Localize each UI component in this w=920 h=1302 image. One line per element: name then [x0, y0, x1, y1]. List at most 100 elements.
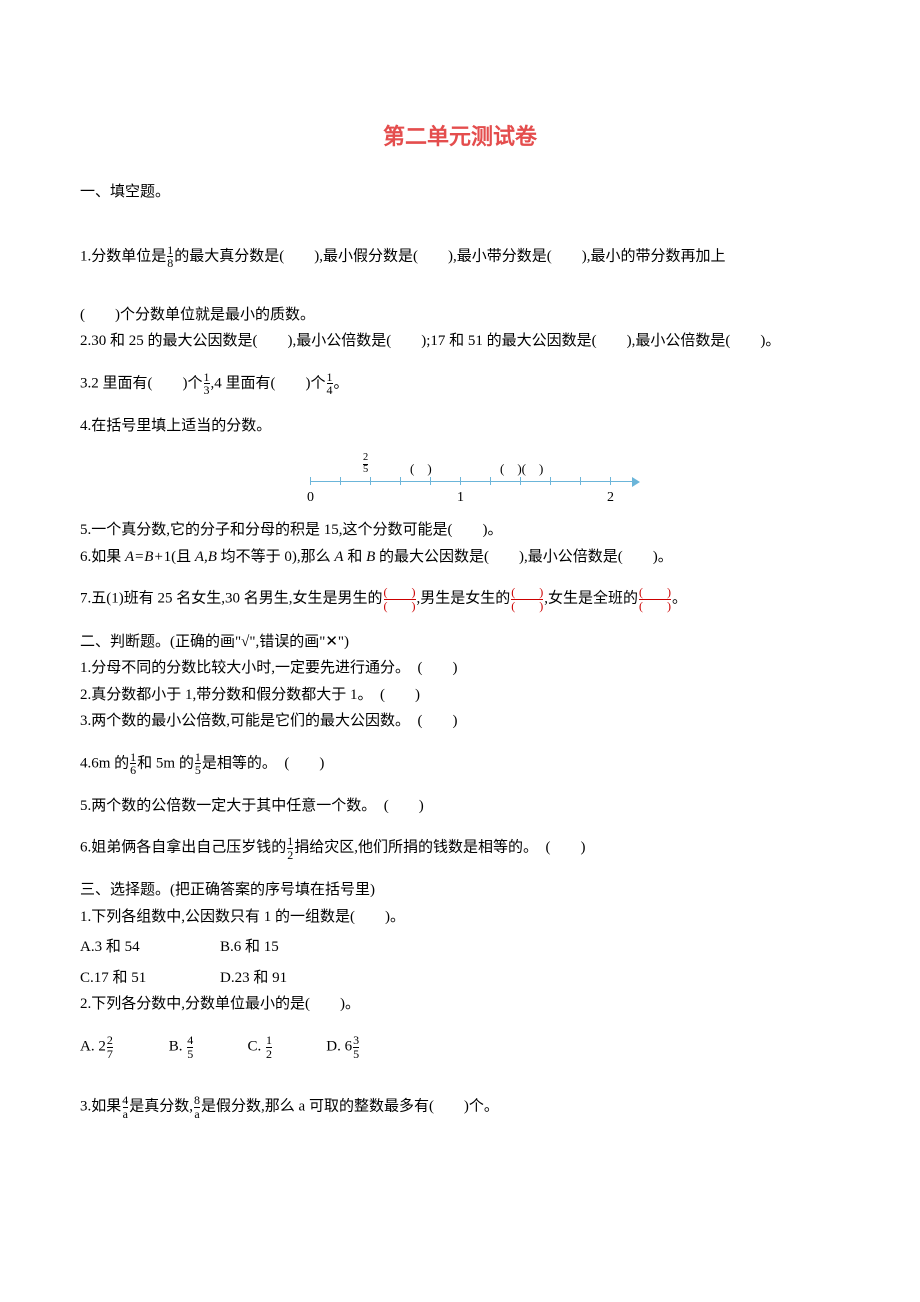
numerator: 1	[266, 1034, 272, 1047]
denominator: 3	[204, 383, 210, 397]
text: ,男生是女生的	[417, 591, 511, 607]
text: 和	[344, 549, 367, 565]
nl-blank-2-3: ( )( )	[500, 459, 543, 479]
text: 是相等的。 ( )	[202, 755, 325, 771]
frac-1-8: 18	[167, 244, 173, 270]
s1-q6: 6.如果 A=B+1(且 A,B 均不等于 0),那么 A 和 B 的最大公因数…	[80, 546, 840, 569]
opt-b: B.6 和 15	[220, 936, 279, 959]
numerator: ( )	[384, 586, 416, 599]
opt-c-pre: C.	[248, 1038, 266, 1054]
frac-1-2b: 12	[266, 1034, 272, 1060]
numerator: ( )	[639, 586, 671, 599]
nl-blank-1: ( )	[410, 459, 432, 479]
s2-q1: 1.分母不同的分数比较大小时,一定要先进行通分。 ( )	[80, 657, 840, 680]
s1-q2: 2.30 和 25 的最大公因数是( ),最小公倍数是( );17 和 51 的…	[80, 330, 840, 353]
frac-4-5: 45	[187, 1034, 193, 1060]
frac-blank-1: ( )( )	[384, 586, 416, 612]
s1-q7: 7.五(1)班有 25 名女生,30 名男生,女生是男生的( )( ),男生是女…	[80, 586, 840, 612]
s2-q3: 3.两个数的最小公倍数,可能是它们的最大公因数。 ( )	[80, 710, 840, 733]
text: 1.分数单位是	[80, 248, 166, 264]
s1-q5: 5.一个真分数,它的分子和分母的积是 15,这个分数可能是( )。	[80, 519, 840, 542]
denominator: 5	[353, 1047, 359, 1061]
frac-blank-3: ( )( )	[639, 586, 671, 612]
numerator: 4	[122, 1094, 128, 1107]
denominator: 2	[266, 1047, 272, 1061]
text: 6.如果	[80, 549, 125, 565]
frac-1-5: 15	[195, 751, 201, 777]
text: 3.2 里面有( )个	[80, 375, 203, 391]
text: 。	[334, 375, 349, 391]
denominator: 2	[287, 848, 293, 862]
denominator: a	[194, 1107, 199, 1121]
s2-q2: 2.真分数都小于 1,带分数和假分数都大于 1。 ( )	[80, 684, 840, 707]
opt-d-pre: D. 6	[326, 1038, 352, 1054]
text: 是假分数,那么 a 可取的整数最多有( )个。	[201, 1099, 499, 1115]
denominator: 7	[107, 1047, 113, 1061]
nl-0: 0	[307, 487, 314, 508]
page-title: 第二单元测试卷	[80, 120, 840, 153]
numerator: 2	[363, 453, 368, 464]
frac-1-4: 14	[327, 371, 333, 397]
text: 是真分数,	[129, 1099, 193, 1115]
text: 3.如果	[80, 1099, 121, 1115]
text: 的最大公因数是( ),最小公倍数是( )。	[375, 549, 672, 565]
numerator: 1	[287, 835, 293, 848]
opt-a: A.3 和 54	[80, 936, 220, 959]
denominator: 6	[130, 763, 136, 777]
section-1-head: 一、填空题。	[80, 181, 840, 204]
text: 捐给灾区,他们所捐的钱数是相等的。 ( )	[294, 840, 585, 856]
denominator: ( )	[639, 599, 671, 613]
text: 的最大真分数是( ),最小假分数是( ),最小带分数是( ),最小的带分数再加上	[174, 248, 725, 264]
s3-q2: 2.下列各分数中,分数单位最小的是( )。	[80, 993, 840, 1016]
denominator: a	[123, 1107, 128, 1121]
s3-q1-opts-1: A.3 和 54B.6 和 15	[80, 936, 279, 959]
numerator: 1	[130, 751, 136, 764]
denominator: 5	[187, 1047, 193, 1061]
text: 7.五(1)班有 25 名女生,30 名男生,女生是男生的	[80, 591, 383, 607]
numerator: 1	[327, 371, 333, 384]
numerator: 2	[107, 1034, 113, 1047]
opt-c: C.17 和 51	[80, 967, 220, 990]
var-eq: A=B+	[125, 549, 164, 565]
numerator: 4	[187, 1034, 193, 1047]
text: 均不等于 0),那么	[217, 549, 335, 565]
denominator: 8	[167, 256, 173, 270]
numerator: 1	[204, 371, 210, 384]
nl-1: 1	[457, 487, 464, 508]
var-B: B	[366, 549, 375, 565]
text: 。	[672, 591, 687, 607]
text: ,女生是全班的	[544, 591, 638, 607]
text: 6.姐弟俩各自拿出自己压岁钱的	[80, 840, 286, 856]
frac-1-6: 16	[130, 751, 136, 777]
denominator: ( )	[511, 599, 543, 613]
arrow-right-icon	[632, 477, 640, 487]
s1-q1-line1: 1.分数单位是18的最大真分数是( ),最小假分数是( ),最小带分数是( ),…	[80, 244, 840, 270]
frac-3-5: 35	[353, 1034, 359, 1060]
numerator: 8	[194, 1094, 200, 1107]
denominator: 5	[195, 763, 201, 777]
text: 1(且	[164, 549, 195, 565]
frac-blank-2: ( )( )	[511, 586, 543, 612]
numerator: 1	[167, 244, 173, 257]
frac-2-7: 27	[107, 1034, 113, 1060]
section-2-head: 二、判断题。(正确的画"√",错误的画"✕")	[80, 631, 840, 654]
var-AB: A,B	[195, 549, 217, 565]
s3-q1: 1.下列各组数中,公因数只有 1 的一组数是( )。	[80, 906, 840, 929]
frac-1-2: 12	[287, 835, 293, 861]
s1-q4: 4.在括号里填上适当的分数。	[80, 415, 840, 438]
nl-2: 2	[607, 487, 614, 508]
opt-d: D.23 和 91	[220, 967, 287, 990]
denominator: ( )	[384, 599, 416, 613]
numerator: 1	[195, 751, 201, 764]
denominator: 5	[363, 464, 368, 476]
frac-8-a: 8a	[194, 1094, 200, 1120]
s3-q1-opts-2: C.17 和 51D.23 和 91	[80, 967, 840, 990]
numerator: 3	[353, 1034, 359, 1047]
opt-b-pre: B.	[169, 1038, 187, 1054]
s3-q2-opts: A. 227 B. 45 C. 12 D. 635	[80, 1034, 840, 1060]
s2-q5: 5.两个数的公倍数一定大于其中任意一个数。 ( )	[80, 795, 840, 818]
frac-4-a: 4a	[122, 1094, 128, 1120]
s2-q6: 6.姐弟俩各自拿出自己压岁钱的12捐给灾区,他们所捐的钱数是相等的。 ( )	[80, 835, 840, 861]
text: 4.6m 的	[80, 755, 129, 771]
var-A: A	[334, 549, 343, 565]
